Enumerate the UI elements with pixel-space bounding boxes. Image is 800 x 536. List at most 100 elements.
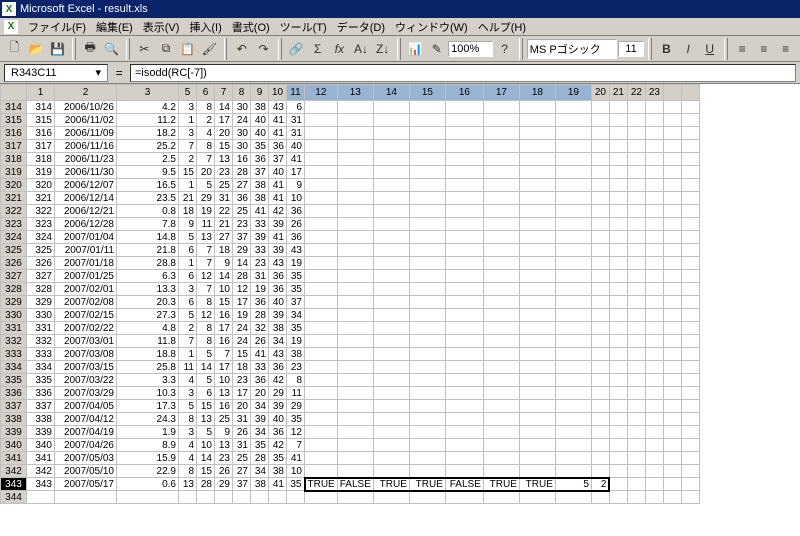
table-row[interactable]: 3353352007/03/223.345102336428 — [1, 374, 700, 387]
cell[interactable] — [591, 140, 609, 153]
table-row[interactable]: 3263262007/01/1828.817914234319 — [1, 257, 700, 270]
row-header[interactable]: 325 — [1, 244, 27, 257]
cell[interactable] — [555, 296, 591, 309]
cell[interactable]: 37 — [251, 166, 269, 179]
cell[interactable]: 41 — [269, 114, 287, 127]
cell[interactable] — [609, 140, 627, 153]
cell[interactable] — [681, 283, 699, 296]
cell[interactable]: 1.9 — [117, 426, 179, 439]
table-row[interactable]: 3423422007/05/1022.98152627343810 — [1, 465, 700, 478]
cell[interactable]: 17 — [287, 166, 305, 179]
cell[interactable]: 2007/01/18 — [55, 257, 117, 270]
cell[interactable]: 18 — [179, 205, 197, 218]
cell[interactable] — [305, 231, 338, 244]
cell[interactable]: 9.5 — [117, 166, 179, 179]
cell[interactable] — [681, 218, 699, 231]
cell[interactable]: 7 — [287, 439, 305, 452]
cell[interactable]: 35 — [287, 478, 305, 491]
cell[interactable]: 5 — [179, 231, 197, 244]
cell[interactable]: 323 — [27, 218, 55, 231]
cell[interactable] — [483, 244, 519, 257]
cell[interactable] — [445, 413, 483, 426]
cell[interactable] — [627, 153, 645, 166]
col-header-14[interactable]: 14 — [373, 85, 409, 101]
cell[interactable] — [555, 309, 591, 322]
cell[interactable] — [445, 166, 483, 179]
chart-icon[interactable]: 📊 — [405, 38, 426, 60]
row-header[interactable]: 329 — [1, 296, 27, 309]
cell[interactable]: 35 — [287, 270, 305, 283]
cell[interactable]: 8 — [197, 140, 215, 153]
col-header-12[interactable]: 12 — [305, 85, 338, 101]
cell[interactable]: 4 — [197, 127, 215, 140]
cell[interactable] — [337, 465, 373, 478]
menu-help[interactable]: ヘルプ(H) — [474, 18, 530, 36]
cell[interactable] — [409, 205, 445, 218]
cell[interactable] — [409, 387, 445, 400]
menu-window[interactable]: ウィンドウ(W) — [391, 18, 472, 36]
cell[interactable]: 18 — [233, 361, 251, 374]
cell[interactable] — [555, 439, 591, 452]
cell[interactable] — [337, 101, 373, 114]
cell[interactable]: 26 — [215, 465, 233, 478]
chevron-down-icon[interactable]: ▾ — [95, 66, 101, 79]
cell[interactable] — [591, 439, 609, 452]
cell[interactable]: 2007/05/10 — [55, 465, 117, 478]
cell[interactable] — [305, 166, 338, 179]
cell[interactable]: 36 — [251, 296, 269, 309]
cell[interactable] — [409, 452, 445, 465]
cell[interactable] — [645, 374, 663, 387]
cell[interactable] — [483, 452, 519, 465]
corner-header[interactable] — [1, 85, 27, 101]
cell[interactable] — [681, 322, 699, 335]
cell[interactable] — [591, 348, 609, 361]
cell[interactable]: 28 — [251, 309, 269, 322]
cell[interactable]: 37 — [233, 231, 251, 244]
cell[interactable]: 41 — [269, 478, 287, 491]
cell[interactable]: 3.3 — [117, 374, 179, 387]
cell[interactable] — [663, 374, 681, 387]
cell[interactable]: 1 — [179, 348, 197, 361]
cell[interactable] — [409, 296, 445, 309]
cell[interactable] — [337, 179, 373, 192]
cell[interactable] — [663, 348, 681, 361]
cell[interactable]: 28.8 — [117, 257, 179, 270]
cell[interactable] — [591, 114, 609, 127]
cell[interactable] — [337, 205, 373, 218]
cell[interactable]: 4.8 — [117, 322, 179, 335]
cell[interactable] — [409, 361, 445, 374]
cell[interactable]: 7.8 — [117, 218, 179, 231]
cell[interactable] — [409, 140, 445, 153]
cell[interactable]: 10 — [287, 192, 305, 205]
cell[interactable] — [519, 491, 555, 504]
table-row[interactable]: 3143142006/10/264.238143038436 — [1, 101, 700, 114]
cell[interactable]: 36 — [269, 426, 287, 439]
col-header-7[interactable]: 7 — [215, 85, 233, 101]
cell[interactable] — [483, 140, 519, 153]
cell[interactable] — [373, 400, 409, 413]
cell[interactable] — [591, 283, 609, 296]
cell[interactable]: 38 — [251, 179, 269, 192]
cell[interactable]: 5 — [197, 348, 215, 361]
cell[interactable]: 27 — [215, 231, 233, 244]
cell[interactable]: 15 — [179, 166, 197, 179]
cell[interactable] — [645, 348, 663, 361]
col-header-21[interactable]: 21 — [609, 85, 627, 101]
row-header[interactable]: 332 — [1, 335, 27, 348]
cell[interactable]: 2007/03/01 — [55, 335, 117, 348]
cell[interactable] — [627, 309, 645, 322]
cell[interactable]: 6 — [179, 296, 197, 309]
cell[interactable]: 31 — [215, 192, 233, 205]
cell[interactable] — [445, 491, 483, 504]
cell[interactable]: 39 — [269, 400, 287, 413]
row-header[interactable]: 335 — [1, 374, 27, 387]
cell[interactable] — [627, 478, 645, 491]
cell[interactable]: 34 — [287, 309, 305, 322]
cell[interactable] — [681, 387, 699, 400]
cell[interactable] — [681, 400, 699, 413]
cell[interactable] — [337, 244, 373, 257]
cell[interactable] — [519, 296, 555, 309]
cell[interactable] — [609, 348, 627, 361]
cell[interactable] — [609, 218, 627, 231]
cell[interactable]: 5 — [179, 309, 197, 322]
